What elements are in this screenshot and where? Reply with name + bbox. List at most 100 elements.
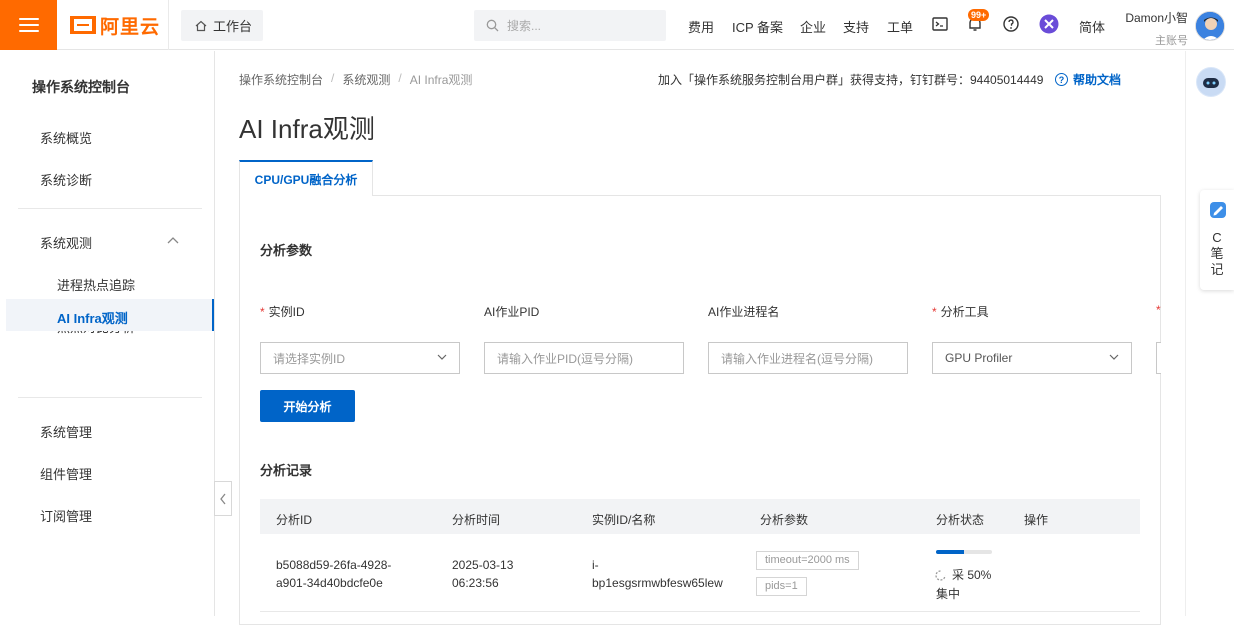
column-header: 分析ID: [276, 513, 313, 527]
aliyun-logo-mark-icon: [70, 16, 96, 34]
table-header: [260, 499, 1140, 534]
search-icon: [486, 19, 499, 32]
user-info[interactable]: Damon小智 主账号: [1124, 9, 1188, 48]
tool-value: GPU Profiler: [945, 351, 1013, 365]
user-role: 主账号: [1155, 35, 1188, 47]
tool-label: * 分析工具: [932, 303, 989, 320]
required-mark: *: [1156, 303, 1161, 317]
column-header: 分析参数: [760, 513, 809, 527]
chevron-down-icon: [1109, 354, 1119, 360]
assistant-robot-icon[interactable]: [1196, 67, 1226, 97]
ai-assistant-icon[interactable]: [1039, 14, 1059, 34]
divider: [260, 611, 1140, 612]
search-placeholder: 搜索...: [507, 19, 542, 33]
search-input[interactable]: 搜索...: [474, 10, 666, 41]
breadcrumb-item[interactable]: 系统观测: [342, 71, 390, 88]
sidebar-item-overview[interactable]: 系统概览: [40, 128, 92, 147]
workbench-label: 工作台: [213, 19, 253, 34]
help-doc-label: 帮助文档: [1073, 73, 1122, 87]
required-mark: *: [932, 305, 937, 319]
page-title: AI Infra观测: [239, 114, 375, 144]
nav-fees[interactable]: 费用: [688, 17, 714, 36]
sidebar-item-hotspot-trace[interactable]: 进程热点追踪: [57, 275, 135, 294]
instance-select[interactable]: 请选择实例ID: [260, 342, 460, 374]
status-text-cont: 集中: [936, 587, 961, 601]
params-section-title: 分析参数: [260, 243, 313, 258]
help-icon[interactable]: [1002, 15, 1020, 33]
menu-button[interactable]: [0, 0, 57, 50]
nav-enterprise[interactable]: 企业: [800, 17, 826, 36]
status-progress-bar: [936, 550, 992, 554]
hamburger-icon: [18, 18, 39, 32]
analysis-id-line2: a901-34d40bdcfe0e: [276, 576, 383, 590]
divider: [168, 0, 169, 50]
instance-label-text: 实例ID: [268, 305, 305, 319]
process-name-placeholder: 请输入作业进程名(逗号分隔): [721, 351, 873, 366]
param-tag: pids=1: [756, 577, 807, 596]
logo-text: 阿里云: [100, 16, 161, 38]
sidebar-item-observe[interactable]: 系统观测: [40, 233, 92, 252]
notes-label[interactable]: C笔记: [1210, 230, 1224, 278]
column-header: 分析时间: [452, 513, 501, 527]
pid-placeholder: 请输入作业PID(逗号分隔): [497, 351, 633, 366]
language-switch[interactable]: 简体: [1079, 17, 1105, 36]
notification-badge: 99+: [968, 9, 990, 21]
chevron-up-icon[interactable]: [167, 236, 179, 244]
extra-field[interactable]: [1156, 342, 1161, 374]
top-bar: 阿里云 工作台 搜索... 费用 ICP 备案 企业 支持 工单 99+ 简体 …: [0, 0, 1234, 50]
status-text: 采 50%: [952, 568, 992, 582]
breadcrumb-separator: /: [331, 71, 335, 85]
breadcrumb: 操作系统控制台 / 系统观测 / AI Infra观测: [239, 71, 472, 88]
user-name: Damon小智: [1125, 11, 1188, 25]
home-icon: [195, 20, 207, 31]
param-tag: timeout=2000 ms: [756, 551, 859, 570]
instance-placeholder: 请选择实例ID: [273, 351, 346, 366]
instance-label: * 实例ID: [260, 303, 305, 320]
right-rail: [1185, 51, 1234, 616]
nav-ticket[interactable]: 工单: [887, 17, 913, 36]
sidebar-item-component[interactable]: 组件管理: [40, 464, 92, 483]
column-header: 实例ID/名称: [592, 513, 656, 527]
terminal-icon[interactable]: [931, 15, 949, 33]
robot-face-icon: [1197, 68, 1225, 96]
note-icon: [1210, 202, 1226, 218]
analysis-id-line1: b5088d59-26fa-4928-: [276, 558, 392, 572]
avatar[interactable]: [1195, 11, 1225, 41]
divider: [18, 208, 202, 209]
breadcrumb-separator: /: [398, 71, 402, 85]
sidebar-item-ai-infra[interactable]: AI Infra观测: [57, 308, 128, 327]
sidebar-item-subscribe[interactable]: 订阅管理: [40, 506, 92, 525]
help-doc-link[interactable]: ? 帮助文档: [1055, 71, 1121, 88]
sidebar-collapse-button[interactable]: [214, 481, 232, 516]
chevron-left-icon: [220, 493, 226, 504]
column-header: 分析状态: [936, 513, 985, 527]
question-icon: ?: [1055, 73, 1068, 86]
analysis-time-clock: 06:23:56: [452, 576, 499, 590]
instance-id-line2[interactable]: bp1esgsrmwbfesw65lew: [592, 574, 723, 592]
nav-support[interactable]: 支持: [843, 17, 869, 36]
pid-input[interactable]: 请输入作业PID(逗号分隔): [484, 342, 684, 374]
tool-select[interactable]: GPU Profiler: [932, 342, 1132, 374]
workbench-button[interactable]: 工作台: [181, 10, 263, 41]
analysis-time-date: 2025-03-13: [452, 558, 514, 572]
process-name-label: AI作业进程名: [708, 305, 780, 319]
status-progress-fill: [936, 550, 964, 554]
start-analysis-button[interactable]: 开始分析: [260, 390, 355, 422]
extra-field-label: *: [1156, 303, 1165, 317]
divider: [18, 397, 202, 398]
breadcrumb-item[interactable]: 操作系统控制台: [239, 71, 323, 88]
nav-icp[interactable]: ICP 备案: [732, 17, 783, 36]
process-name-input[interactable]: 请输入作业进程名(逗号分隔): [708, 342, 908, 374]
records-section-title: 分析记录: [260, 463, 313, 478]
tool-label-text: 分析工具: [940, 305, 989, 319]
user-avatar-icon: [1196, 12, 1224, 40]
sidebar-title: 操作系统控制台: [32, 79, 130, 95]
sidebar-item-manage[interactable]: 系统管理: [40, 422, 92, 441]
column-header: 操作: [1024, 513, 1049, 527]
loading-spinner-icon: [935, 570, 946, 581]
aliyun-logo[interactable]: 阿里云: [70, 14, 161, 38]
instance-id-line1[interactable]: i-: [592, 556, 599, 574]
tab-cpu-gpu-analysis[interactable]: CPU/GPU融合分析: [239, 160, 373, 196]
sidebar-item-diagnosis[interactable]: 系统诊断: [40, 170, 92, 189]
breadcrumb-current: AI Infra观测: [409, 73, 473, 87]
